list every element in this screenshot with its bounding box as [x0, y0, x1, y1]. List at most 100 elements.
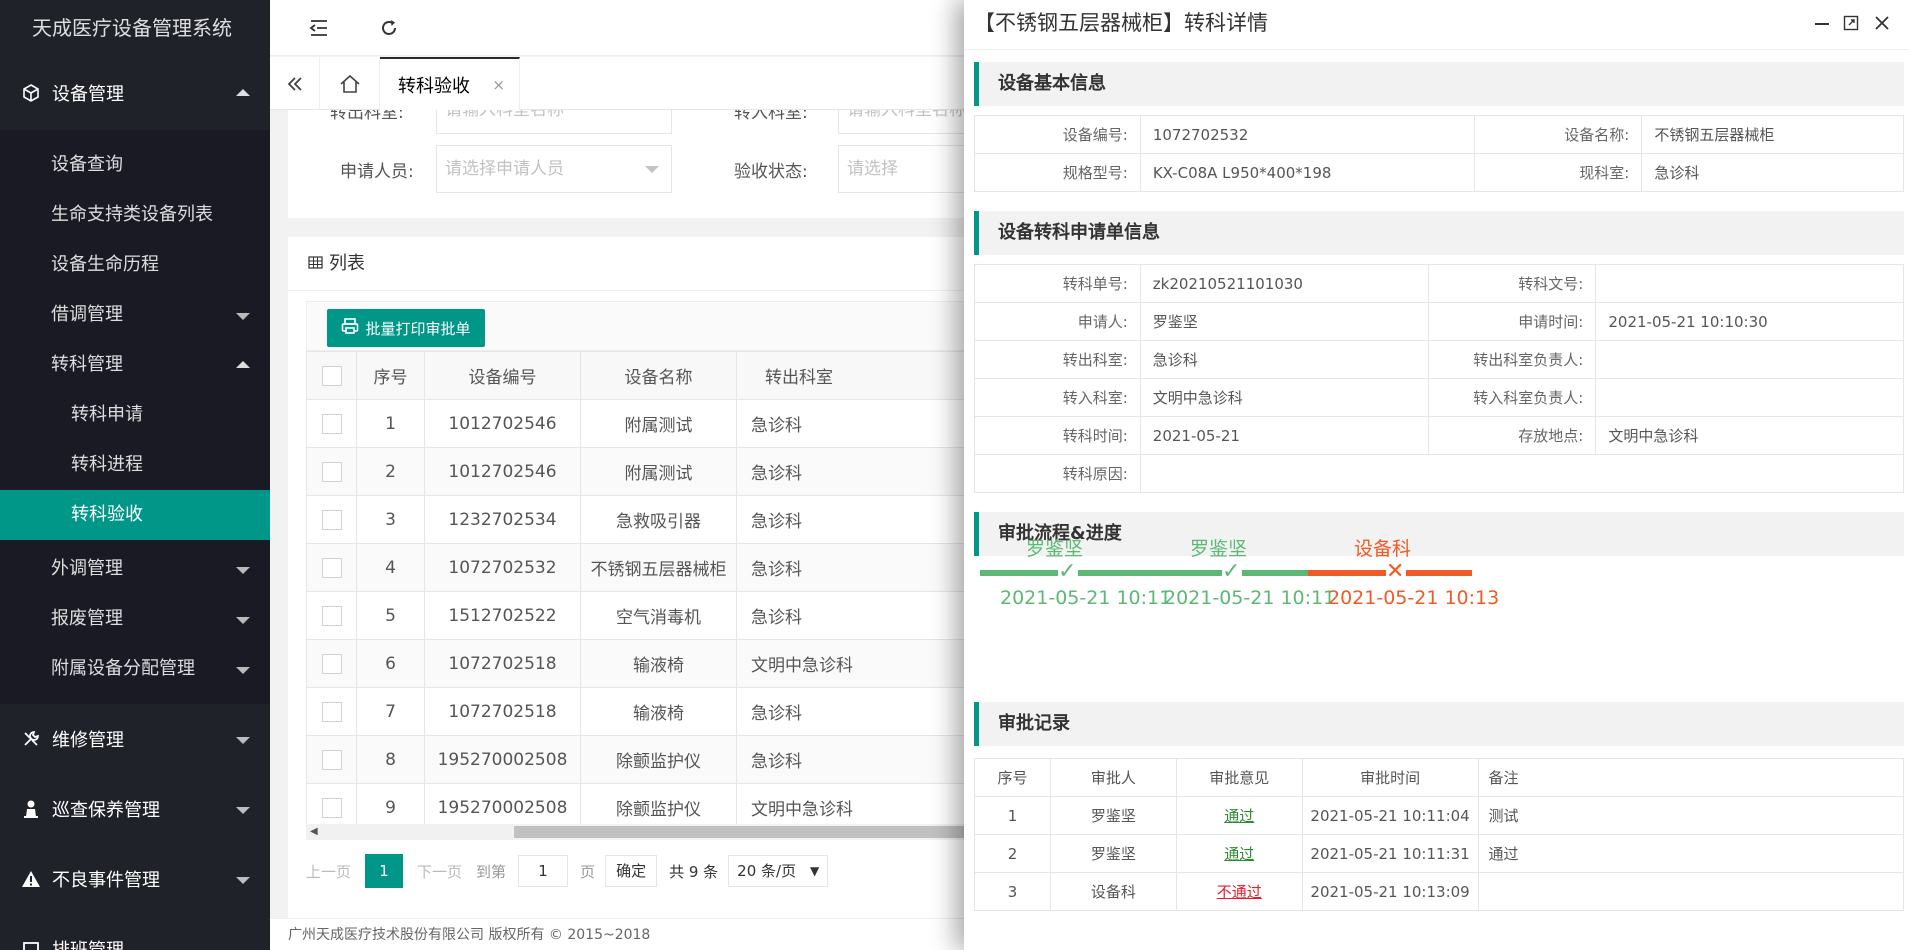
row-select[interactable] [306, 591, 357, 640]
sidebar-item-device-query[interactable]: 设备查询 [0, 140, 270, 190]
row-select[interactable] [306, 495, 357, 544]
maximize-icon[interactable] [1840, 12, 1862, 34]
next-page-button[interactable]: 下一页 [417, 861, 462, 882]
opinion-link[interactable]: 不通过 [1217, 883, 1262, 901]
menu-collapse-icon[interactable] [306, 15, 332, 41]
header-select-all[interactable] [306, 351, 357, 400]
table-cell: 1012702546 [424, 399, 581, 448]
dialog-title: 【不锈钢五层器械柜】转科详情 [974, 11, 1268, 35]
record-opinion[interactable]: 不通过 [1175, 872, 1303, 911]
refresh-icon[interactable] [376, 15, 402, 41]
table-row[interactable]: 8 195270002508 除颤监护仪 急诊科 [306, 735, 1027, 784]
row-select[interactable] [306, 687, 357, 736]
table-header-row: 序号 审批人 审批意见 审批时间 备注 [974, 758, 1904, 797]
table-row[interactable]: 1 1012702546 附属测试 急诊科 [306, 399, 1027, 448]
caret-down-icon [236, 617, 250, 624]
sidebar-item-transfer[interactable]: 转科管理 [0, 340, 270, 390]
record-no: 2 [974, 834, 1051, 873]
table-row: 转出科室: 急诊科 转出科室负责人: [974, 340, 1904, 379]
nav-scheduling[interactable]: 排班管理 [0, 914, 270, 950]
sidebar-item-accessory[interactable]: 附属设备分配管理 [0, 644, 270, 694]
table-row[interactable]: 5 1512702522 空气消毒机 急诊科 [306, 591, 1027, 640]
scroll-left-arrow-icon[interactable]: ◀ [310, 826, 318, 837]
horizontal-scrollbar[interactable]: ◀ [306, 824, 1026, 840]
checkbox[interactable] [321, 557, 342, 578]
minimize-icon[interactable] [1811, 12, 1833, 34]
sidebar-item-label: 转科管理 [51, 354, 123, 375]
opinion-link[interactable]: 通过 [1224, 807, 1254, 825]
caret-down-icon: ▼ [809, 864, 820, 878]
table-row[interactable]: 3 1232702534 急救吸引器 急诊科 [306, 495, 1027, 544]
sidebar-item-loan[interactable]: 借调管理 [0, 290, 270, 340]
checkbox[interactable] [321, 461, 342, 482]
sidebar-item-external-loan[interactable]: 外调管理 [0, 544, 270, 594]
flow-progress-bar [1144, 570, 1222, 576]
sidebar-item-label: 报废管理 [51, 608, 123, 629]
page-size-value: 20 条/页 [737, 862, 797, 880]
goto-confirm-button[interactable]: 确定 [605, 855, 658, 887]
sidebar-item-life-support[interactable]: 生命支持类设备列表 [0, 190, 270, 240]
nav-inspection[interactable]: 巡查保养管理 [0, 774, 270, 844]
section-basic-info: 设备基本信息 [974, 62, 1904, 106]
device-submenu: 设备查询 生命支持类设备列表 设备生命历程 借调管理 转科管理 转科申请 转科进… [0, 130, 270, 704]
opinion-link[interactable]: 通过 [1224, 845, 1254, 863]
nav-device-management[interactable]: 设备管理 [0, 56, 270, 130]
nav-adverse-event[interactable]: 不良事件管理 [0, 844, 270, 914]
checkbox[interactable] [321, 605, 342, 626]
status-label: 验收状态: [734, 162, 808, 182]
warning-icon [20, 868, 42, 890]
nav-label: 排班管理 [52, 936, 124, 950]
sidebar-item-scrap[interactable]: 报废管理 [0, 594, 270, 644]
out-dept-input[interactable]: 请输入科室名称 [436, 110, 672, 134]
row-select[interactable] [306, 399, 357, 448]
scrollbar-thumb[interactable] [514, 826, 1026, 838]
applicant-select[interactable]: 请选择申请人员 [436, 145, 672, 193]
nav-maintenance[interactable]: 维修管理 [0, 704, 270, 774]
field-label: 转科时间: [974, 416, 1141, 455]
in-dept-label: 转入科室: [734, 110, 808, 123]
sidebar-item-transfer-acceptance[interactable]: 转科验收 [0, 490, 270, 540]
page-size-select[interactable]: 20 条/页 ▼ [728, 855, 829, 887]
sidebar-item-transfer-progress[interactable]: 转科进程 [0, 440, 270, 490]
check-icon: ✓ [1058, 559, 1077, 584]
checkbox[interactable] [321, 509, 342, 530]
check-icon: ✓ [1222, 559, 1241, 584]
record-opinion[interactable]: 通过 [1175, 834, 1303, 873]
apply-info-table: 转科单号: zk20210521101030 转科文号: 申请人: 罗鉴坚 申请… [974, 264, 1904, 493]
batch-print-button[interactable]: 批量打印审批单 [327, 309, 485, 347]
column-header: 设备编号 [424, 351, 581, 400]
row-select[interactable] [306, 447, 357, 496]
tab-transfer-acceptance[interactable]: 转科验收 × [380, 57, 520, 110]
sidebar-item-transfer-apply[interactable]: 转科申请 [0, 390, 270, 440]
table-row[interactable]: 2 1012702546 附属测试 急诊科 [306, 447, 1027, 496]
list-title: 列表 [329, 252, 365, 274]
flow-progress-bar [1242, 570, 1308, 576]
checkbox[interactable] [321, 413, 342, 434]
table-row[interactable]: 7 1072702518 输液椅 急诊科 [306, 687, 1027, 736]
checkbox[interactable] [321, 653, 342, 674]
home-icon[interactable] [320, 57, 380, 110]
goto-page-input[interactable]: 1 [518, 855, 569, 887]
caret-up-icon [236, 361, 250, 368]
tabs-scroll-left-icon[interactable] [270, 57, 320, 110]
table-cell: 急救吸引器 [580, 495, 737, 544]
prev-page-button[interactable]: 上一页 [306, 861, 351, 882]
sidebar-item-device-lifecycle[interactable]: 设备生命历程 [0, 240, 270, 290]
checkbox[interactable] [321, 701, 342, 722]
row-select[interactable] [306, 735, 357, 784]
table-row[interactable]: 6 1072702518 输液椅 文明中急诊科 [306, 639, 1027, 688]
flow-step-time: 2021-05-21 10:11 [1164, 587, 1336, 609]
table-cell: 空气消毒机 [580, 591, 737, 640]
transfer-no-value: zk20210521101030 [1139, 264, 1429, 303]
row-select[interactable] [306, 639, 357, 688]
checkbox[interactable] [321, 749, 342, 770]
record-opinion[interactable]: 通过 [1175, 796, 1303, 835]
table-row[interactable]: 4 1072702532 不锈钢五层器械柜 急诊科 [306, 543, 1027, 592]
checkbox[interactable] [321, 365, 342, 386]
nav-label: 设备管理 [52, 84, 124, 105]
current-page-button[interactable]: 1 [365, 854, 404, 888]
close-icon[interactable] [1871, 12, 1893, 34]
close-icon[interactable]: × [492, 76, 505, 94]
row-select[interactable] [306, 543, 357, 592]
checkbox[interactable] [321, 797, 342, 818]
